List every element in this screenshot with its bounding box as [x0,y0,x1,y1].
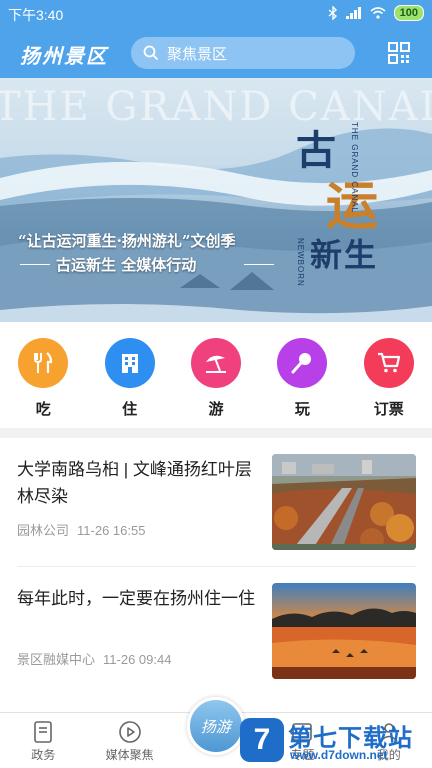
search-placeholder: 聚焦景区 [167,45,228,63]
news-time: 11-26 16:55 [77,523,146,538]
news-title: 大学南路乌桕 | 文峰通扬红叶层林尽染 [17,460,252,506]
search-bar[interactable]: 聚焦景区 [131,37,355,69]
category-eat[interactable]: 吃 [0,322,86,428]
news-title: 每年此时，一定要在扬州住一住 [17,589,255,608]
status-icons: 100 [328,5,424,21]
category-tickets[interactable]: 订票 [346,322,432,428]
document-icon [34,721,52,743]
battery-indicator: 100 [393,5,424,21]
tab-label: 政务 [31,748,56,762]
category-label: 订票 [373,401,404,418]
signal-icon [345,7,361,19]
building-icon [104,338,155,388]
search-icon [143,45,159,61]
banner-vertical-newborn: NEWBORN [296,238,305,287]
center-logo-icon: 扬游 [186,697,245,755]
news-thumbnail [272,583,416,679]
category-play[interactable]: 玩 [259,322,345,428]
category-label: 玩 [294,401,310,418]
beach-umbrella-icon [190,338,241,388]
section-separator [0,428,432,438]
app-root: 下午3:40 100 扬州景区 聚焦景区 THE GRAND CANAL “让古… [0,0,432,768]
status-bar: 下午3:40 100 [0,0,432,28]
utensils-icon [18,338,69,388]
category-tour[interactable]: 游 [173,322,259,428]
top-bar: 下午3:40 100 扬州景区 聚焦景区 [0,0,432,78]
news-meta: 园林公司 11-26 16:55 [17,520,145,539]
tab-label: 媒体聚焦 [105,748,154,762]
slogan-divider-right [244,264,274,265]
category-label: 游 [208,401,224,418]
tab-government[interactable]: 政务 [0,713,86,768]
banner-carousel[interactable]: THE GRAND CANAL “让古运河重生·扬州游礼”文创季 古运新生 全媒… [0,78,432,322]
news-meta: 景区融媒中心 11-26 09:44 [17,649,171,668]
center-logo-text: 扬游 [200,717,231,736]
banner-char-xinsheng: 新生 [310,236,379,274]
tab-media-focus[interactable]: 媒体聚焦 [86,713,172,768]
watermark-logo: 7 [240,718,284,762]
news-source: 园林公司 [17,523,70,538]
watermark: 7 第七下载站 www.d7down.net [238,712,432,768]
news-item[interactable]: 大学南路乌桕 | 文峰通扬红叶层林尽染 园林公司 11-26 16:55 [0,438,432,567]
banner-slogan-line2: 古运新生 全媒体行动 [56,256,197,274]
news-time: 11-26 09:44 [103,652,172,667]
app-title: 扬州景区 [20,44,108,68]
play-icon [118,721,141,743]
category-label: 住 [122,401,138,418]
banner-slogan-line1: “让古运河重生·扬州游礼”文创季 [18,232,236,250]
microphone-icon [277,338,328,388]
shopping-cart-icon [363,338,414,388]
category-nav: 吃 住 游 玩 订票 [0,322,432,428]
news-source: 景区融媒中心 [17,652,96,667]
wifi-icon [370,7,386,19]
news-thumbnail [272,454,416,550]
qr-scan-icon[interactable] [388,42,410,64]
news-item[interactable]: 每年此时，一定要在扬州住一住 景区融媒中心 11-26 09:44 [0,567,432,696]
bluetooth-icon [328,6,337,20]
watermark-url: www.d7down.net [290,748,388,762]
banner-vertical-english: THE GRAND CANAL [350,122,359,214]
category-stay[interactable]: 住 [86,322,172,428]
status-time: 下午3:40 [8,7,64,23]
category-label: 吃 [35,401,51,418]
slogan-divider-left [20,264,50,265]
